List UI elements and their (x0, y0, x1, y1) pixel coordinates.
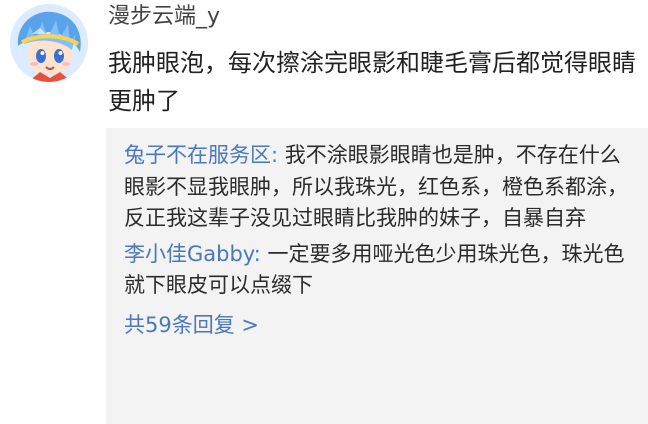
reply-item: 李小佳Gabby: 一定要多用哑光色少用珠光色，珠光色就下眼皮可以点缀下 (124, 239, 638, 302)
reply-author[interactable]: 兔子不在服务区 (124, 143, 271, 167)
avatar[interactable] (10, 4, 88, 82)
username[interactable]: 漫步云端_y (108, 3, 220, 31)
anime-avatar-icon (10, 4, 88, 82)
reply-list: 兔子不在服务区: 我不涂眼影眼睛也是肿，不存在什么眼影不显我眼肿，所以我珠光，红… (106, 128, 648, 424)
view-more-replies-link[interactable]: 共59条回复 > (124, 310, 259, 340)
post-content: 我肿眼泡，每次擦涂完眼影和睫毛膏后都觉得眼睛更肿了 (108, 49, 636, 115)
reply-item: 兔子不在服务区: 我不涂眼影眼睛也是肿，不存在什么眼影不显我眼肿，所以我珠光，红… (124, 140, 638, 235)
reply-separator: : (253, 241, 268, 266)
reply-author[interactable]: 李小佳Gabby (124, 242, 254, 266)
reply-separator: : (271, 143, 285, 167)
comment-post: 漫步云端_y 我肿眼泡，每次擦涂完眼影和睫毛膏后都觉得眼睛更肿了 兔子不在服务区… (0, 0, 648, 424)
